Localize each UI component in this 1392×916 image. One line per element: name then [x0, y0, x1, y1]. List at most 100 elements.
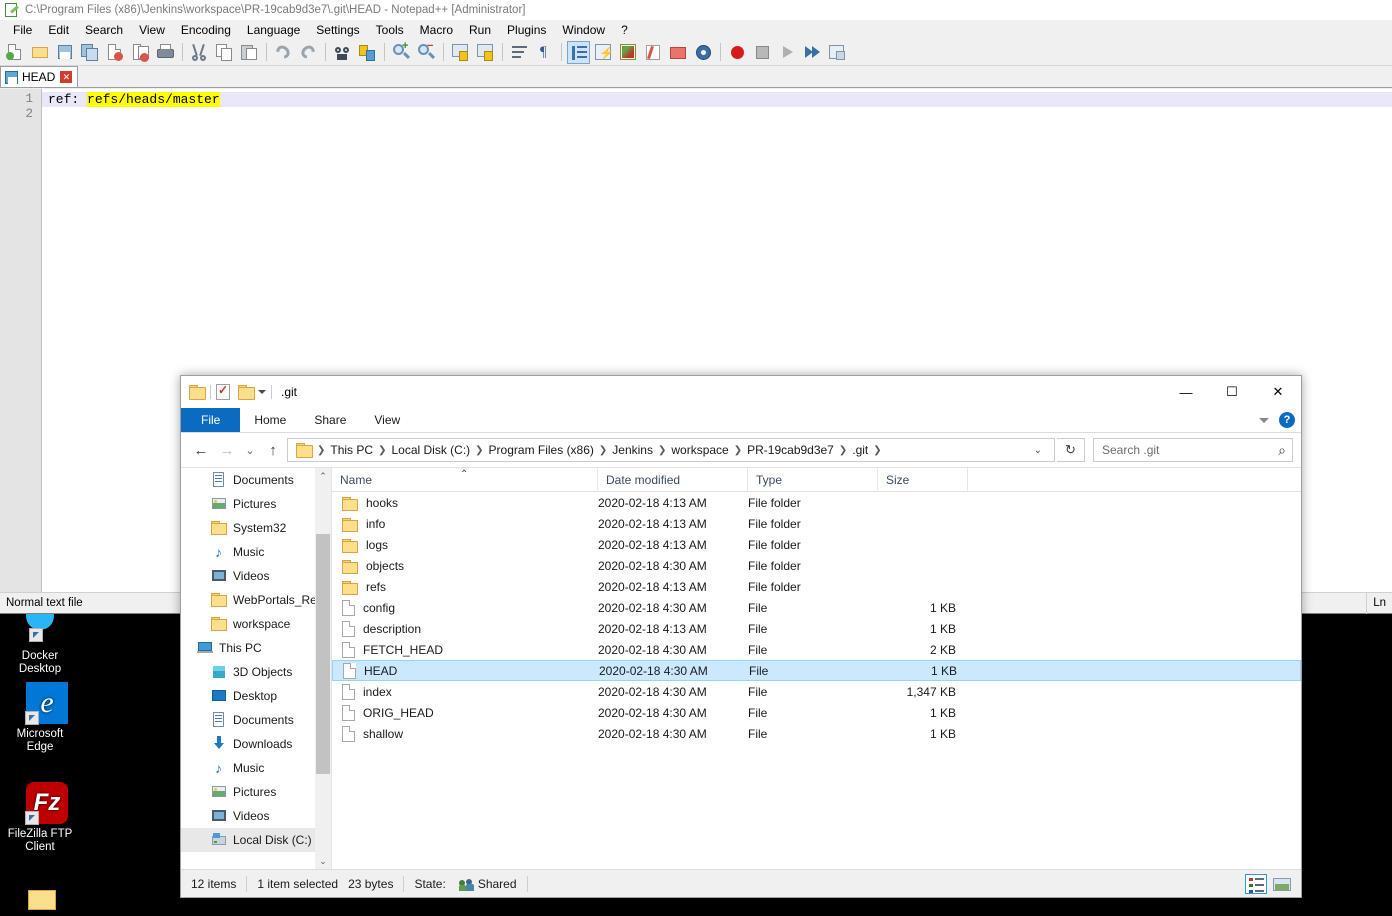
breadcrumb-item-this-pc[interactable]: This PC — [326, 443, 377, 457]
search-box[interactable]: ⌕ — [1093, 438, 1293, 462]
table-row[interactable]: config 2020-02-18 4:30 AM File 1 KB — [332, 597, 1301, 618]
column-header-date-modified[interactable]: Date modified — [598, 468, 748, 492]
breadcrumb-item-local-disk[interactable]: Local Disk (C:) — [387, 443, 474, 457]
file-list[interactable]: Name Date modified Type Size ⌃ hooks 2020… — [331, 468, 1301, 869]
editor-tab-head[interactable]: HEAD ✕ — [0, 66, 79, 87]
nav-item-webportals-refe[interactable]: WebPortals_Refe — [181, 588, 331, 612]
ui-userdefined-icon[interactable]: ⚡ — [592, 41, 615, 64]
customize-dropdown-icon[interactable] — [258, 390, 266, 394]
search-icon[interactable]: ⌕ — [1278, 442, 1286, 459]
scroll-up-icon[interactable]: ⌃ — [315, 468, 331, 484]
details-view-icon[interactable] — [1245, 873, 1267, 894]
cut-icon[interactable] — [188, 41, 211, 64]
new-folder-icon[interactable] — [238, 385, 255, 400]
table-row[interactable]: index 2020-02-18 4:30 AM File 1,347 KB — [332, 681, 1301, 702]
nav-item-downloads[interactable]: Downloads — [181, 732, 331, 756]
navigation-items[interactable]: Documents⚲Pictures⚲System32⚲ ♪ Music Videos… — [181, 468, 331, 852]
nav-item-videos[interactable]: Videos — [181, 564, 331, 588]
notepadpp-tabbar[interactable]: HEAD ✕ — [0, 66, 1392, 88]
find-icon[interactable] — [331, 41, 354, 64]
replace-icon[interactable] — [356, 41, 379, 64]
folder-as-workspace-icon[interactable] — [667, 41, 690, 64]
record-macro-icon[interactable] — [726, 41, 749, 64]
menu-run[interactable]: Run — [461, 22, 499, 38]
table-row[interactable]: HEAD 2020-02-18 4:30 AM File 1 KB — [332, 660, 1301, 681]
explorer-address-bar[interactable]: ← → ⌄ ↑ ❯ This PC ❯ Local Disk (C:) ❯ Pr… — [181, 433, 1301, 467]
breadcrumb-item-git[interactable]: .git — [848, 443, 872, 457]
sync-vertical-icon[interactable] — [449, 41, 472, 64]
open-file-icon[interactable] — [29, 41, 52, 64]
close-file-icon[interactable] — [104, 41, 127, 64]
desktop-icon-docker-desktop[interactable]: Docker Desktop — [0, 602, 80, 676]
redo-icon[interactable] — [297, 41, 320, 64]
code-line-1[interactable]: ref: refs/heads/master — [42, 92, 1392, 107]
undo-icon[interactable] — [272, 41, 295, 64]
chevron-down-icon[interactable] — [1259, 417, 1269, 423]
column-headers[interactable]: Name Date modified Type Size ⌃ — [332, 468, 1301, 492]
table-row[interactable]: objects 2020-02-18 4:30 AM File folder — [332, 555, 1301, 576]
minimize-button[interactable]: — — [1163, 376, 1209, 408]
scrollbar-thumb[interactable] — [316, 534, 330, 774]
navigation-scrollbar[interactable]: ⌃ ⌄ — [315, 468, 331, 869]
table-row[interactable]: logs 2020-02-18 4:13 AM File folder — [332, 534, 1301, 555]
menu-macro[interactable]: Macro — [412, 22, 461, 38]
search-input[interactable] — [1100, 442, 1279, 458]
nav-item-music[interactable]: ♪ Music — [181, 540, 331, 564]
monitoring-icon[interactable] — [692, 41, 715, 64]
up-button[interactable]: ↑ — [261, 438, 285, 462]
play-macro-icon[interactable] — [776, 41, 799, 64]
breadcrumb-item-jenkins[interactable]: Jenkins — [608, 443, 657, 457]
menu-plugins[interactable]: Plugins — [499, 22, 554, 38]
new-file-icon[interactable] — [4, 41, 27, 64]
menu-encoding[interactable]: Encoding — [173, 22, 239, 38]
table-row[interactable]: shallow 2020-02-18 4:30 AM File 1 KB — [332, 723, 1301, 744]
large-icons-view-icon[interactable] — [1271, 874, 1293, 894]
breadcrumb-item-program-files[interactable]: Program Files (x86) — [485, 443, 598, 457]
nav-item-pictures[interactable]: Pictures — [181, 780, 331, 804]
nav-item-3d-objects[interactable]: 3D Objects — [181, 660, 331, 684]
close-icon[interactable]: ✕ — [60, 71, 73, 83]
maximize-button[interactable]: ☐ — [1209, 376, 1255, 408]
nav-item-documents[interactable]: Documents — [181, 708, 331, 732]
explorer-titlebar[interactable]: .git — ☐ ✕ — [181, 376, 1301, 408]
menu-edit[interactable]: Edit — [40, 22, 77, 38]
show-all-chars-icon[interactable]: ¶ — [533, 41, 556, 64]
forward-button[interactable]: → — [215, 438, 239, 462]
desktop-icon-filezilla-ftp-client[interactable]: Fz FileZilla FTP Client — [0, 782, 80, 854]
menu-language[interactable]: Language — [239, 22, 308, 38]
indent-guide-icon[interactable] — [567, 40, 590, 64]
nav-item-system32[interactable]: System32⚲ — [181, 516, 331, 540]
recent-locations-button[interactable]: ⌄ — [241, 438, 259, 462]
sync-horizontal-icon[interactable] — [474, 41, 497, 64]
print-icon[interactable] — [154, 41, 177, 64]
run-macro-multiple-icon[interactable] — [801, 41, 824, 64]
folder-icon[interactable] — [189, 385, 206, 400]
table-row[interactable]: FETCH_HEAD 2020-02-18 4:30 AM File 2 KB — [332, 639, 1301, 660]
table-row[interactable]: hooks 2020-02-18 4:13 AM File folder — [332, 492, 1301, 513]
back-button[interactable]: ← — [189, 438, 213, 462]
save-all-icon[interactable] — [79, 41, 102, 64]
scroll-down-icon[interactable]: ⌄ — [315, 853, 331, 869]
document-map-icon[interactable] — [642, 41, 665, 64]
function-list-icon[interactable] — [617, 41, 640, 64]
save-icon[interactable] — [54, 41, 77, 64]
stop-macro-icon[interactable] — [751, 41, 774, 64]
table-row[interactable]: description 2020-02-18 4:13 AM File 1 KB — [332, 618, 1301, 639]
nav-item-workspace[interactable]: workspace — [181, 612, 331, 636]
breadcrumb-item-pr[interactable]: PR-19cab9d3e7 — [743, 443, 838, 457]
menu-window[interactable]: Window — [554, 22, 613, 38]
breadcrumb-item-workspace[interactable]: workspace — [667, 443, 732, 457]
desktop-icon-microsoft-edge[interactable]: e Microsoft Edge — [0, 682, 80, 754]
tab-view[interactable]: View — [360, 408, 414, 432]
table-row[interactable]: refs 2020-02-18 4:13 AM File folder — [332, 576, 1301, 597]
menu-search[interactable]: Search — [77, 22, 131, 38]
notepadpp-menubar[interactable]: File Edit Search View Encoding Language … — [0, 20, 1392, 39]
notepadpp-toolbar[interactable]: + − ¶ ⚡ — [0, 39, 1392, 66]
refresh-button[interactable]: ↻ — [1057, 438, 1085, 462]
tab-home[interactable]: Home — [240, 408, 300, 432]
nav-item-music[interactable]: ♪ Music — [181, 756, 331, 780]
menu-help[interactable]: ? — [613, 22, 636, 38]
paste-icon[interactable] — [238, 41, 261, 64]
file-rows[interactable]: hooks 2020-02-18 4:13 AM File folder info 20… — [332, 492, 1301, 869]
table-row[interactable]: info 2020-02-18 4:13 AM File folder — [332, 513, 1301, 534]
